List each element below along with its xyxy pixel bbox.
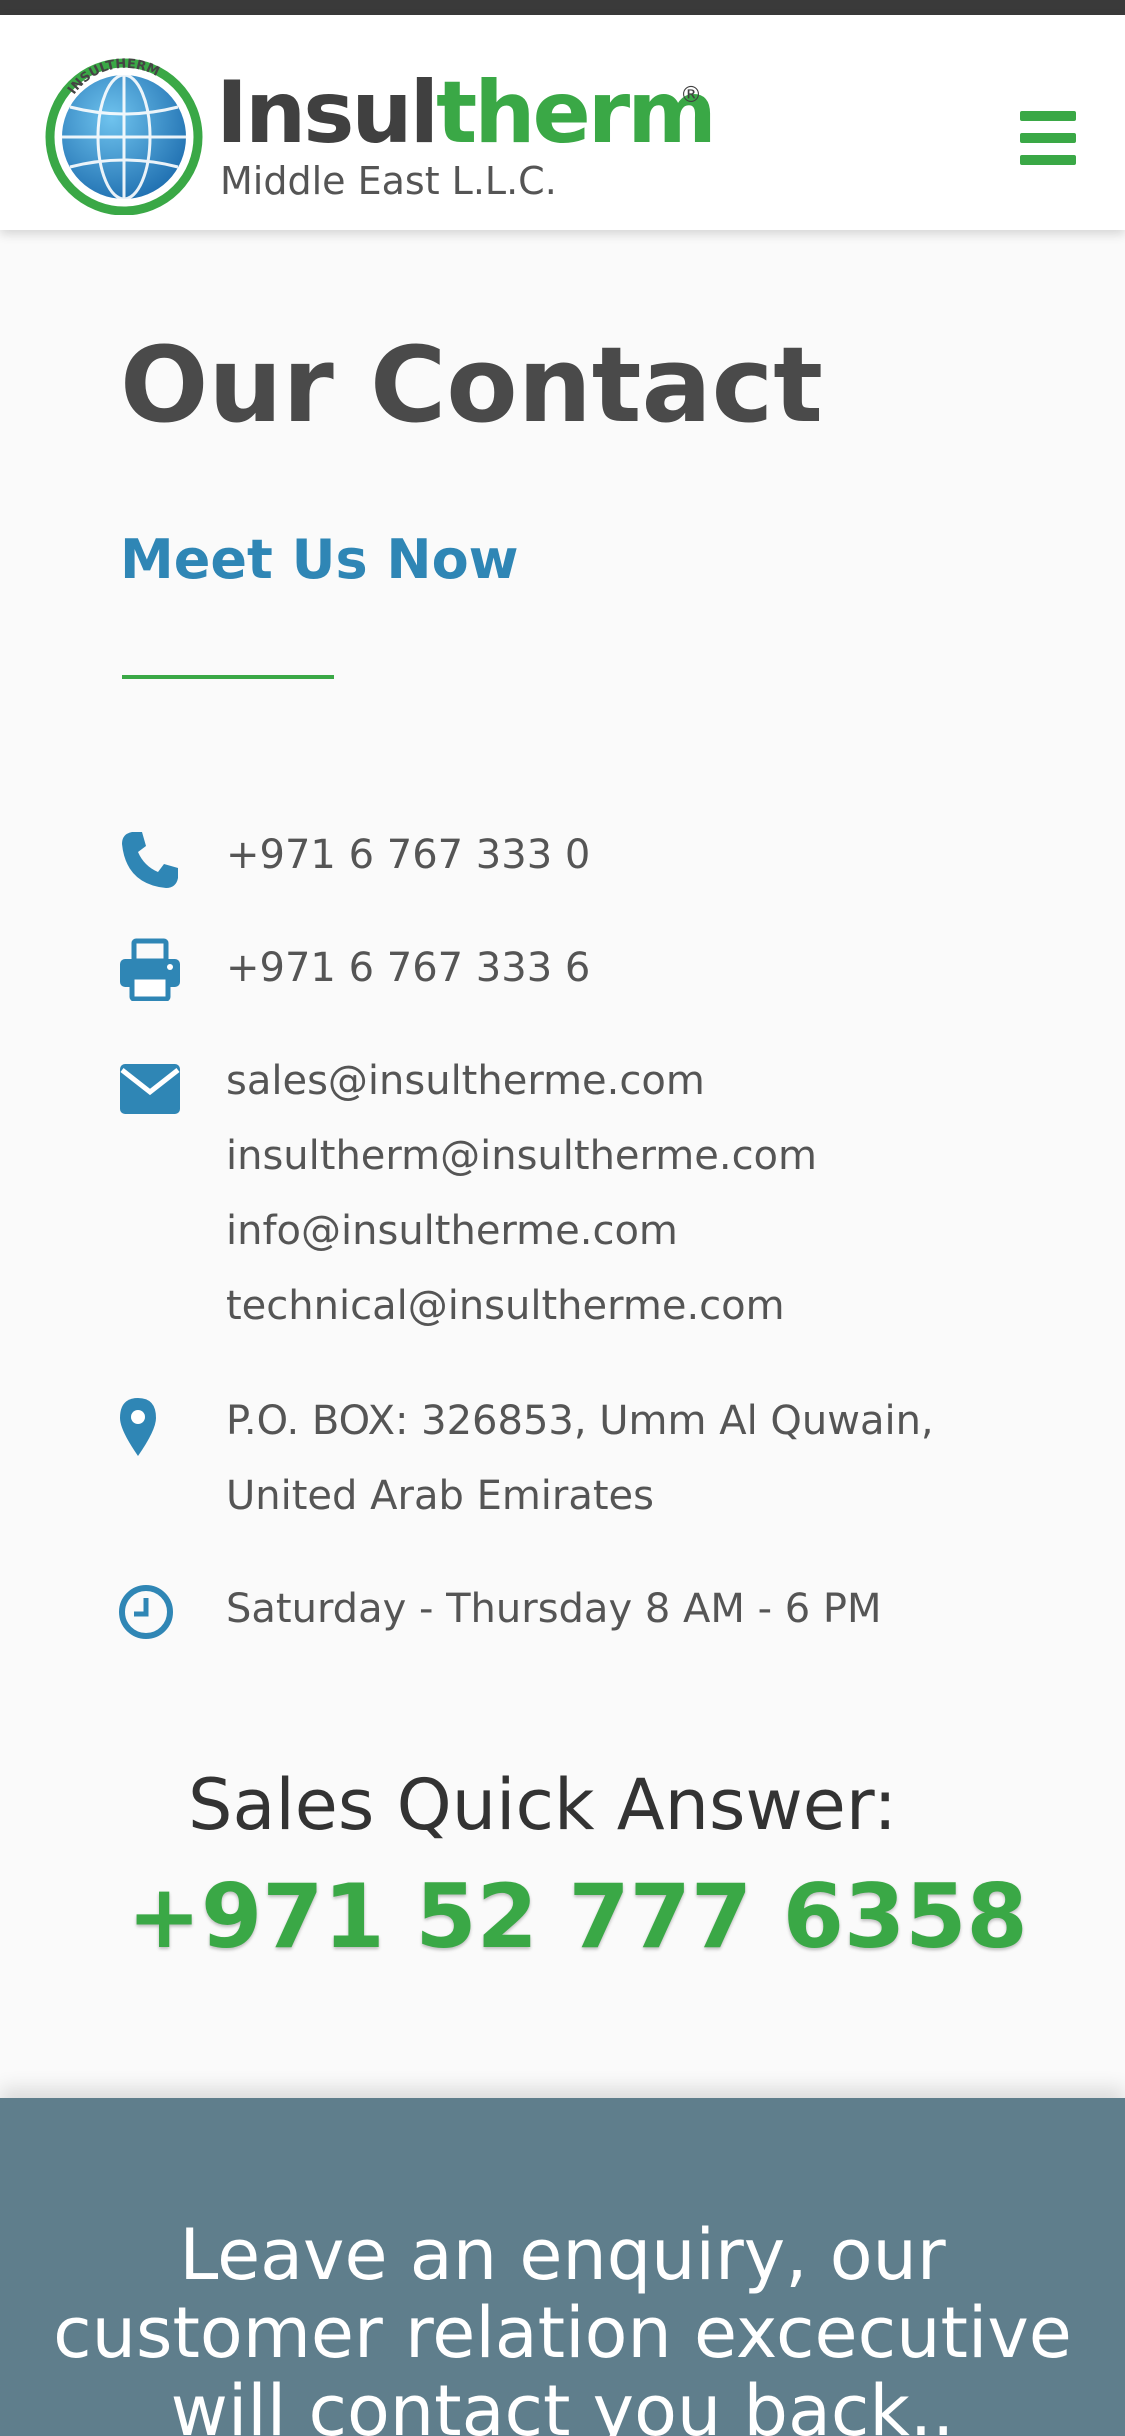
logo-word-green: therm [436, 63, 717, 163]
phone-icon [122, 832, 178, 888]
logo-wordmark: Insultherm [216, 63, 717, 163]
email-link-technical[interactable]: technical@insultherme.com [226, 1269, 785, 1344]
logo-word-dark: Insul [216, 63, 439, 163]
page-title: Our Contact [120, 324, 824, 446]
fax-number: +971 6 767 333 6 [226, 945, 591, 991]
map-marker-icon [120, 1398, 156, 1456]
logo-subtitle: Middle East L.L.C. [220, 159, 557, 203]
site-logo[interactable]: INSULTHERM Insultherm ® Middle East L.L.… [44, 43, 717, 215]
globe-logo-icon: INSULTHERM [45, 57, 203, 215]
envelope-icon [120, 1064, 180, 1114]
hamburger-menu-icon[interactable] [1018, 111, 1078, 165]
page-subtitle: Meet Us Now [120, 528, 519, 591]
business-hours: Saturday - Thursday 8 AM - 6 PM [226, 1586, 882, 1632]
address-line-2: United Arab Emirates [226, 1473, 655, 1519]
site-header: INSULTHERM Insultherm ® Middle East L.L.… [0, 15, 1125, 230]
phone-link[interactable]: +971 6 767 333 0 [226, 818, 590, 893]
clock-icon [119, 1585, 173, 1639]
email-link-insultherm[interactable]: insultherm@insultherme.com [226, 1119, 817, 1194]
email-link-sales[interactable]: sales@insultherme.com [226, 1044, 705, 1119]
sales-quick-answer-label: Sales Quick Answer: [188, 1764, 897, 1846]
registered-mark: ® [680, 83, 702, 108]
printer-icon [120, 938, 180, 1001]
sales-phone-link[interactable]: +971 52 777 6358 [0, 1862, 1125, 1972]
address-line-1: P.O. BOX: 326853, Umm Al Quwain, [226, 1398, 934, 1444]
status-bar [0, 0, 1125, 15]
enquiry-section: Leave an enquiry, our customer relation … [0, 2098, 1125, 2436]
section-divider [122, 675, 334, 679]
enquiry-message: Leave an enquiry, our customer relation … [53, 2214, 1072, 2436]
email-link-info[interactable]: info@insultherme.com [226, 1194, 678, 1269]
